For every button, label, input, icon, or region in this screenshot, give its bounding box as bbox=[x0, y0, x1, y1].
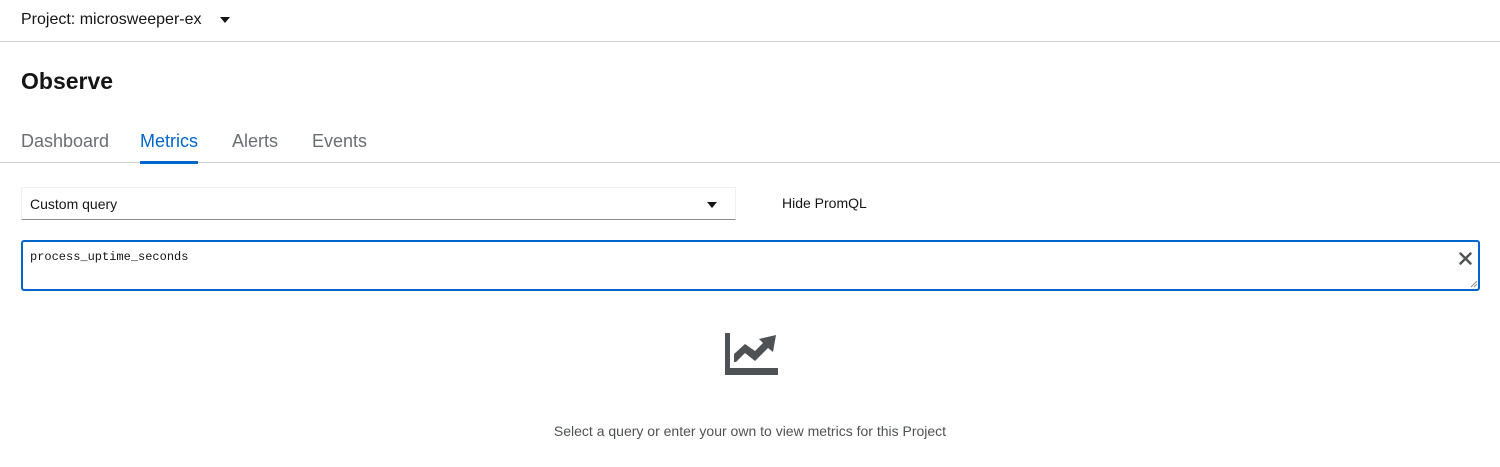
empty-state-message: Select a query or enter your own to view… bbox=[553, 423, 947, 439]
project-label: Project: microsweeper-ex bbox=[21, 11, 202, 28]
tab-metrics[interactable]: Metrics bbox=[140, 120, 198, 164]
hide-promql-button[interactable]: Hide PromQL bbox=[782, 195, 867, 211]
caret-down-icon bbox=[219, 17, 230, 23]
promql-query-input[interactable] bbox=[21, 240, 1480, 291]
clear-query-button[interactable] bbox=[1456, 249, 1474, 267]
tab-events[interactable]: Events bbox=[312, 120, 367, 163]
resize-grip-icon[interactable] bbox=[1469, 279, 1478, 288]
chart-area-icon bbox=[725, 333, 778, 375]
tab-bar: Dashboard Metrics Alerts Events bbox=[0, 120, 1500, 164]
project-bar: Project: microsweeper-ex bbox=[0, 0, 1500, 42]
project-selector[interactable]: Project: microsweeper-ex bbox=[21, 9, 230, 31]
page-title: Observe bbox=[21, 68, 114, 94]
close-icon bbox=[1458, 251, 1472, 265]
query-select-value: Custom query bbox=[30, 196, 118, 212]
query-select-dropdown[interactable]: Custom query bbox=[21, 187, 736, 220]
caret-down-icon bbox=[707, 202, 717, 208]
tab-alerts[interactable]: Alerts bbox=[232, 120, 278, 163]
tab-dashboard[interactable]: Dashboard bbox=[21, 120, 109, 163]
